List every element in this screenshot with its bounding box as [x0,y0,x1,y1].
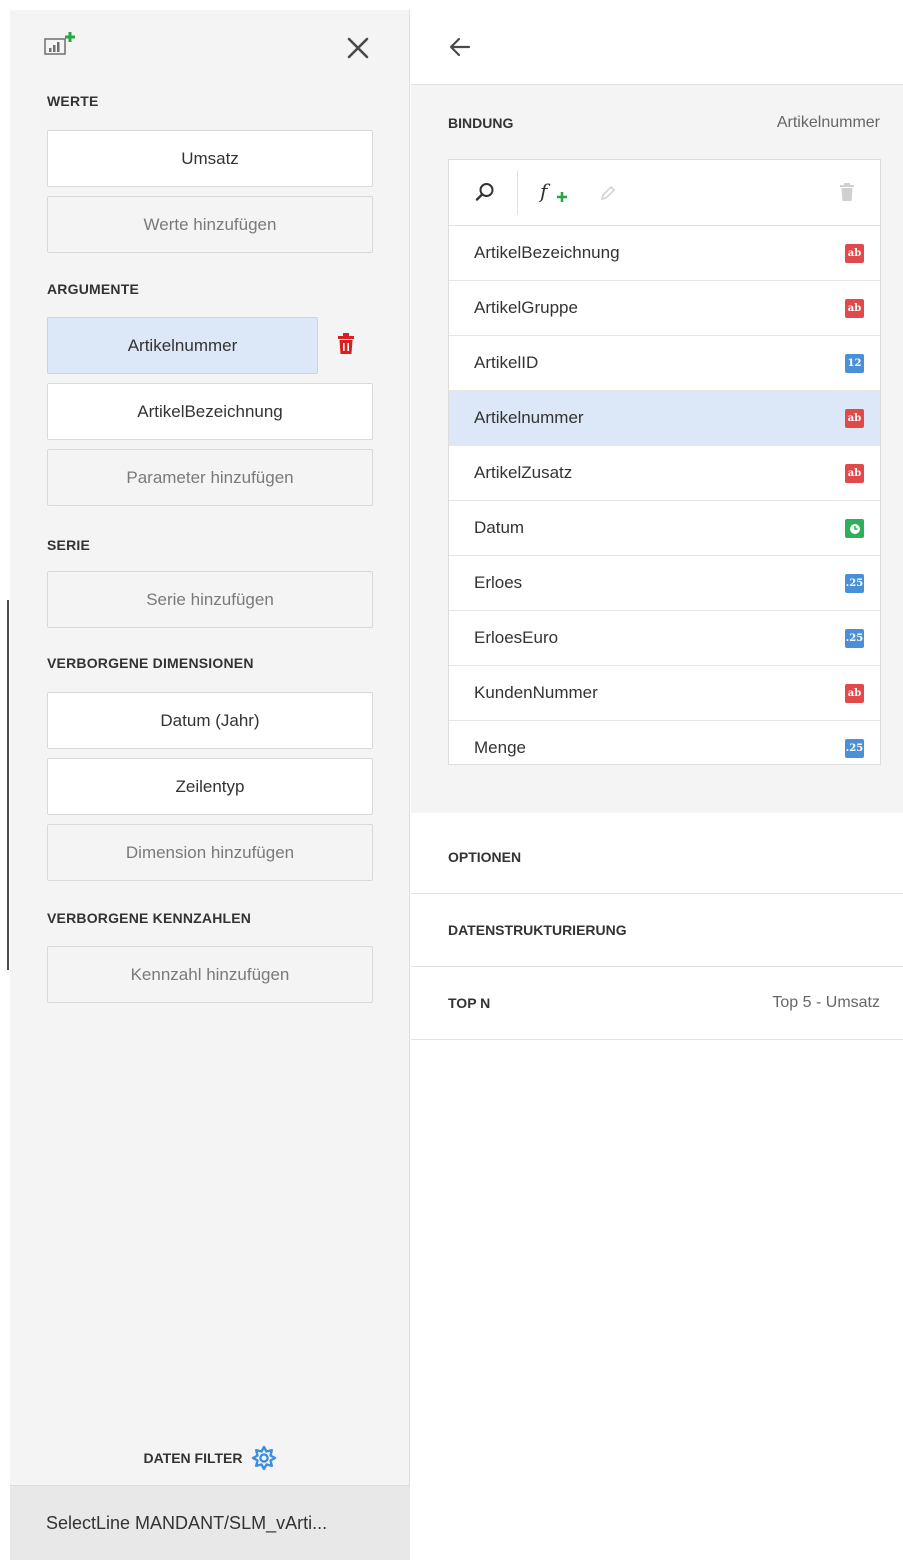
delete-field-icon[interactable] [838,182,856,202]
field-row[interactable]: ArtikelGruppe ab [449,281,880,336]
field-rows: ArtikelBezeichnung ab ArtikelGruppe ab Artik… [449,226,880,764]
add-series-button[interactable]: Serie hinzufügen [47,571,373,628]
add-measure-button[interactable]: Kennzahl hinzufügen [47,946,373,1003]
field-name: KundenNummer [474,683,598,702]
text-type-icon: ab [845,244,864,263]
toolbar-separator [517,171,518,215]
field-name: Menge [474,738,526,757]
section-value: Top 5 - Umsatz [772,994,880,1011]
argumente-title: ARGUMENTE [47,281,140,297]
delete-argument-icon[interactable] [336,333,356,355]
section-label: DATENSTRUKTURIERUNG [448,922,627,938]
text-type-icon: ab [845,299,864,318]
text-type-icon: ab [845,464,864,483]
section-top-n[interactable]: TOP N Top 5 - Umsatz [411,967,903,1040]
field-row[interactable]: Datum [449,501,880,556]
section-optionen[interactable]: OPTIONEN [411,821,903,894]
add-calculated-field-icon[interactable]: f [538,177,570,209]
field-list: f ArtikelBezeichnung ab ArtikelGruppe ab Art… [448,159,881,765]
field-list-toolbar: f [449,160,880,226]
svg-text:f: f [538,179,551,203]
back-arrow-icon[interactable] [447,34,473,60]
add-value-button[interactable]: Werte hinzufügen [47,196,373,253]
chart-add-icon[interactable] [44,30,80,56]
field-name: ArtikelBezeichnung [474,243,620,262]
section-label: OPTIONEN [448,849,522,865]
hidden-dimension-zeilentyp[interactable]: Zeilentyp [47,758,373,815]
add-dimension-button[interactable]: Dimension hinzufügen [47,824,373,881]
field-row[interactable]: Menge .25 [449,721,880,764]
field-name: ArtikelGruppe [474,298,578,317]
gear-icon[interactable] [251,1445,277,1471]
section-datenstrukturierung[interactable]: DATENSTRUKTURIERUNG [411,894,903,967]
field-name: ArtikelZusatz [474,463,573,482]
number-type-icon: .25 [845,739,864,758]
field-row[interactable]: ErloesEuro .25 [449,611,880,666]
field-row[interactable]: ArtikelZusatz ab [449,446,880,501]
text-type-icon: ab [845,409,864,428]
werte-title: WERTE [47,93,99,109]
field-row[interactable]: ArtikelID 12 [449,336,880,391]
field-name: Datum [474,518,525,537]
datasource-selector[interactable]: SelectLine MANDANT/SLM_vArti... [10,1485,410,1560]
date-type-icon [845,519,864,538]
hidden-measures-title: VERBORGENE KENNZAHLEN [47,910,252,926]
data-filter-label: DATEN FILTER [143,1450,243,1466]
field-row[interactable]: KundenNummer ab [449,666,880,721]
field-name: Artikelnummer [474,408,584,427]
serie-title: SERIE [47,537,91,553]
number-type-icon: .25 [845,629,864,648]
binding-panel: BINDUNG Artikelnummer f ArtikelBezeichnu… [411,0,903,1560]
field-name: Erloes [474,573,523,592]
binding-title: BINDUNG [448,115,514,131]
hidden-dimensions-title: VERBORGENE DIMENSIONEN [47,655,254,671]
number-type-icon: .25 [845,574,864,593]
field-row[interactable]: Artikelnummer ab [449,391,880,446]
field-row[interactable]: Erloes .25 [449,556,880,611]
section-label: TOP N [448,995,491,1011]
binding-section: BINDUNG Artikelnummer f ArtikelBezeichnu… [411,85,903,813]
argument-item-artikelbezeichnung[interactable]: ArtikelBezeichnung [47,383,373,440]
number-type-icon: 12 [845,354,864,373]
text-type-icon: ab [845,684,864,703]
field-row[interactable]: ArtikelBezeichnung ab [449,226,880,281]
field-name: ArtikelID [474,353,539,372]
binding-value: Artikelnummer [776,114,880,131]
field-name: ErloesEuro [474,628,559,647]
argument-item-artikelnummer[interactable]: Artikelnummer [47,317,318,374]
close-icon[interactable] [344,34,372,62]
edge-marker [7,600,9,970]
data-filter-row[interactable]: DATEN FILTER [10,1436,410,1480]
add-parameter-button[interactable]: Parameter hinzufügen [47,449,373,506]
edit-icon[interactable] [599,184,617,202]
value-item-umsatz[interactable]: Umsatz [47,130,373,187]
hidden-dimension-datum[interactable]: Datum (Jahr) [47,692,373,749]
search-icon[interactable] [474,181,496,203]
